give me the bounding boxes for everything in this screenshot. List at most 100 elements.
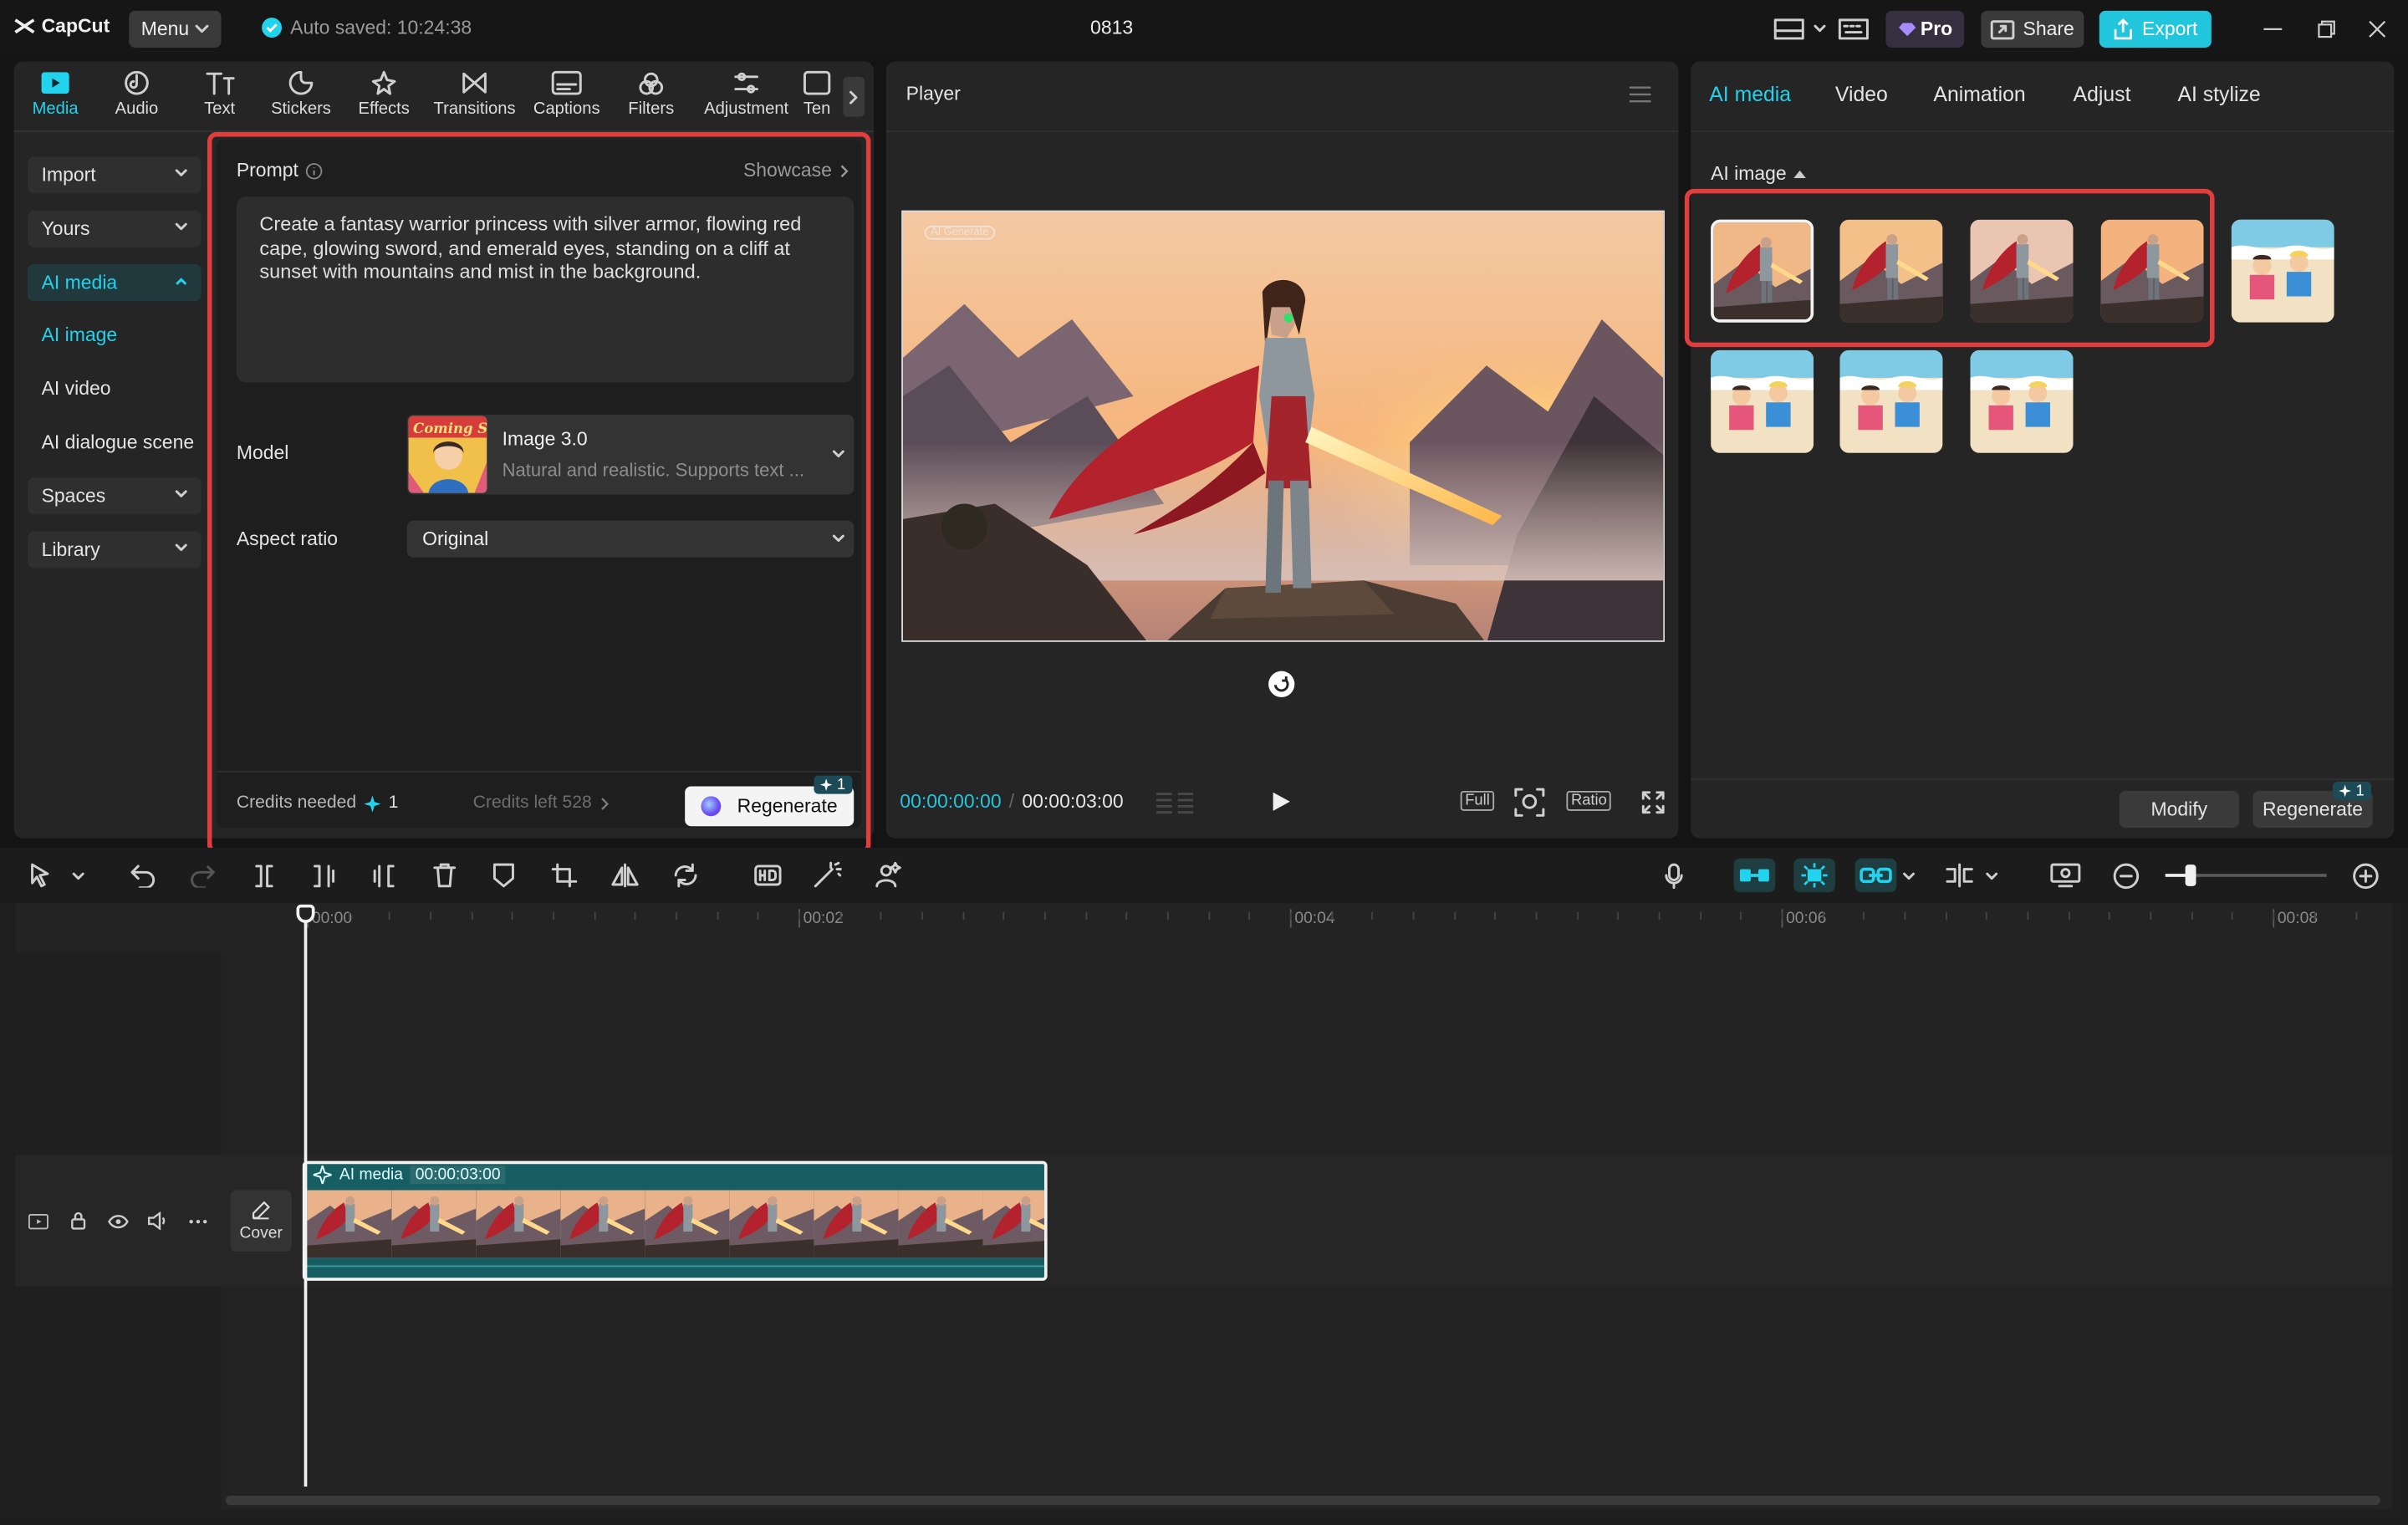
shortcuts-icon[interactable] [1838, 18, 1870, 40]
link-icon [1860, 867, 1892, 884]
delete-icon[interactable] [433, 863, 457, 888]
magic-wand-icon[interactable] [814, 861, 842, 888]
chevron-down-icon[interactable] [1986, 872, 1998, 881]
tab-adjustment[interactable]: Adjustment [699, 70, 794, 125]
share-button[interactable]: Share [1981, 10, 2084, 48]
playhead-handle[interactable] [296, 904, 315, 923]
app-logo: CapCut [14, 15, 110, 37]
sidebar-library[interactable]: Library [28, 531, 202, 569]
minimize-icon[interactable] [2263, 28, 2283, 31]
tab-templates[interactable]: Ten [800, 70, 834, 125]
cover-button[interactable]: Cover [230, 1190, 292, 1252]
play-icon[interactable] [1272, 791, 1292, 813]
ai-image-section-header[interactable]: AI image [1711, 162, 1807, 185]
hd-icon[interactable] [754, 865, 782, 886]
preview-canvas[interactable]: AI Generate [901, 210, 1665, 642]
sidebar-yours[interactable]: Yours [28, 210, 202, 247]
tab-transitions[interactable]: Transitions [428, 70, 520, 125]
sidebar-item-ai-image[interactable]: AI image [42, 324, 118, 346]
screen-zoom-icon[interactable] [2050, 863, 2081, 888]
tab-stickers[interactable]: Stickers [259, 70, 342, 125]
chevron-down-icon[interactable] [1903, 872, 1916, 881]
generated-beach-image[interactable] [1839, 349, 1943, 453]
eye-icon[interactable] [108, 1215, 130, 1229]
ruler-minor-tick [2314, 912, 2316, 921]
tab-animation[interactable]: Animation [1933, 83, 2025, 106]
more-icon[interactable] [189, 1219, 207, 1224]
mirror-icon[interactable] [611, 863, 639, 888]
ratio-button[interactable]: Ratio [1566, 790, 1612, 811]
hamburger-menu-icon[interactable] [1629, 86, 1651, 103]
sidebar-import[interactable]: Import [28, 156, 202, 194]
tab-adjust[interactable]: Adjust [2074, 83, 2131, 106]
sidebar-item-ai-dialogue[interactable]: AI dialogue scene [42, 431, 195, 453]
stickers-icon [288, 70, 314, 95]
autosave-status: Auto saved: 10:24:38 [261, 17, 472, 38]
tabs-scroll-right[interactable] [843, 76, 865, 117]
split-icon[interactable] [252, 865, 276, 888]
full-button[interactable]: Full [1460, 790, 1495, 811]
fullscreen-icon[interactable] [1641, 791, 1665, 814]
auto-snap-button[interactable] [1793, 858, 1835, 893]
generated-beach-image[interactable] [1970, 349, 2074, 453]
tab-audio[interactable]: Audio [95, 70, 178, 125]
ai-person-icon[interactable] [874, 861, 901, 888]
highlight-generator-box [207, 131, 871, 854]
tab-video[interactable]: Video [1835, 83, 1888, 106]
menu-button[interactable]: Menu [129, 10, 222, 48]
mask-icon[interactable] [492, 863, 515, 888]
ai-media-clip[interactable]: AI media 00:00:03:00 [302, 1160, 1048, 1281]
tab-ai-stylize[interactable]: AI stylize [2177, 83, 2260, 106]
sidebar-label: Import [41, 164, 96, 186]
zoom-out-icon[interactable] [2113, 863, 2140, 890]
ruler-minor-tick [1494, 912, 1496, 921]
linkage-button[interactable] [1854, 858, 1897, 893]
rotate-clip-icon[interactable] [672, 863, 698, 888]
split-right-icon[interactable] [371, 865, 395, 888]
tab-effects[interactable]: Effects [343, 70, 426, 125]
ruler-minor-tick [2355, 912, 2358, 921]
layout-icon[interactable] [1773, 18, 1804, 40]
ruler-minor-tick [1412, 912, 1415, 921]
ruler-minor-tick [1739, 912, 1742, 921]
main-track-magnet-button[interactable] [1733, 858, 1776, 893]
ruler-minor-tick [2231, 912, 2233, 921]
crop-icon[interactable] [551, 863, 578, 888]
close-icon[interactable] [2368, 20, 2386, 38]
tab-media[interactable]: Media [14, 70, 97, 125]
lock-icon[interactable] [70, 1211, 86, 1230]
redo-icon[interactable] [191, 865, 216, 888]
playhead[interactable] [304, 915, 308, 1487]
sidebar-ai-media[interactable]: AI media [28, 263, 202, 302]
timeline-scrollbar[interactable] [225, 1496, 2380, 1506]
zoom-slider-handle[interactable] [2185, 865, 2196, 886]
undo-icon[interactable] [130, 865, 156, 888]
chevron-down-icon[interactable] [72, 872, 84, 881]
tab-text[interactable]: Text [178, 70, 261, 125]
ruler-minor-tick [348, 912, 350, 921]
generated-beach-image[interactable] [2231, 219, 2334, 323]
preview-axis-icon[interactable] [1944, 863, 1975, 888]
generated-beach-image[interactable] [1711, 349, 1814, 453]
pro-button[interactable]: Pro [1885, 10, 1965, 48]
zoom-in-icon[interactable] [2353, 863, 2379, 890]
restore-icon[interactable] [2318, 20, 2336, 38]
rotate-icon[interactable] [1267, 670, 1296, 699]
export-button[interactable]: Export [2099, 10, 2212, 48]
select-cursor-icon[interactable] [31, 863, 51, 888]
split-left-icon[interactable] [312, 865, 336, 888]
chevron-down-icon[interactable] [1814, 24, 1826, 33]
zoom-fit-icon[interactable] [1514, 788, 1545, 817]
sidebar-label: Yours [41, 217, 90, 240]
modify-button[interactable]: Modify [2119, 790, 2239, 829]
section-label: AI image [1711, 162, 1787, 185]
sidebar-spaces[interactable]: Spaces [28, 477, 202, 515]
edit-icon [252, 1201, 270, 1220]
tab-filters[interactable]: Filters [610, 70, 692, 125]
sidebar-item-ai-video[interactable]: AI video [42, 378, 111, 400]
tab-ai-media[interactable]: AI media [1709, 83, 1791, 106]
microphone-icon[interactable] [1665, 863, 1683, 890]
speaker-icon[interactable] [147, 1211, 169, 1231]
credit-cost-badge: 1 [2332, 781, 2371, 800]
tab-captions[interactable]: Captions [525, 70, 608, 125]
